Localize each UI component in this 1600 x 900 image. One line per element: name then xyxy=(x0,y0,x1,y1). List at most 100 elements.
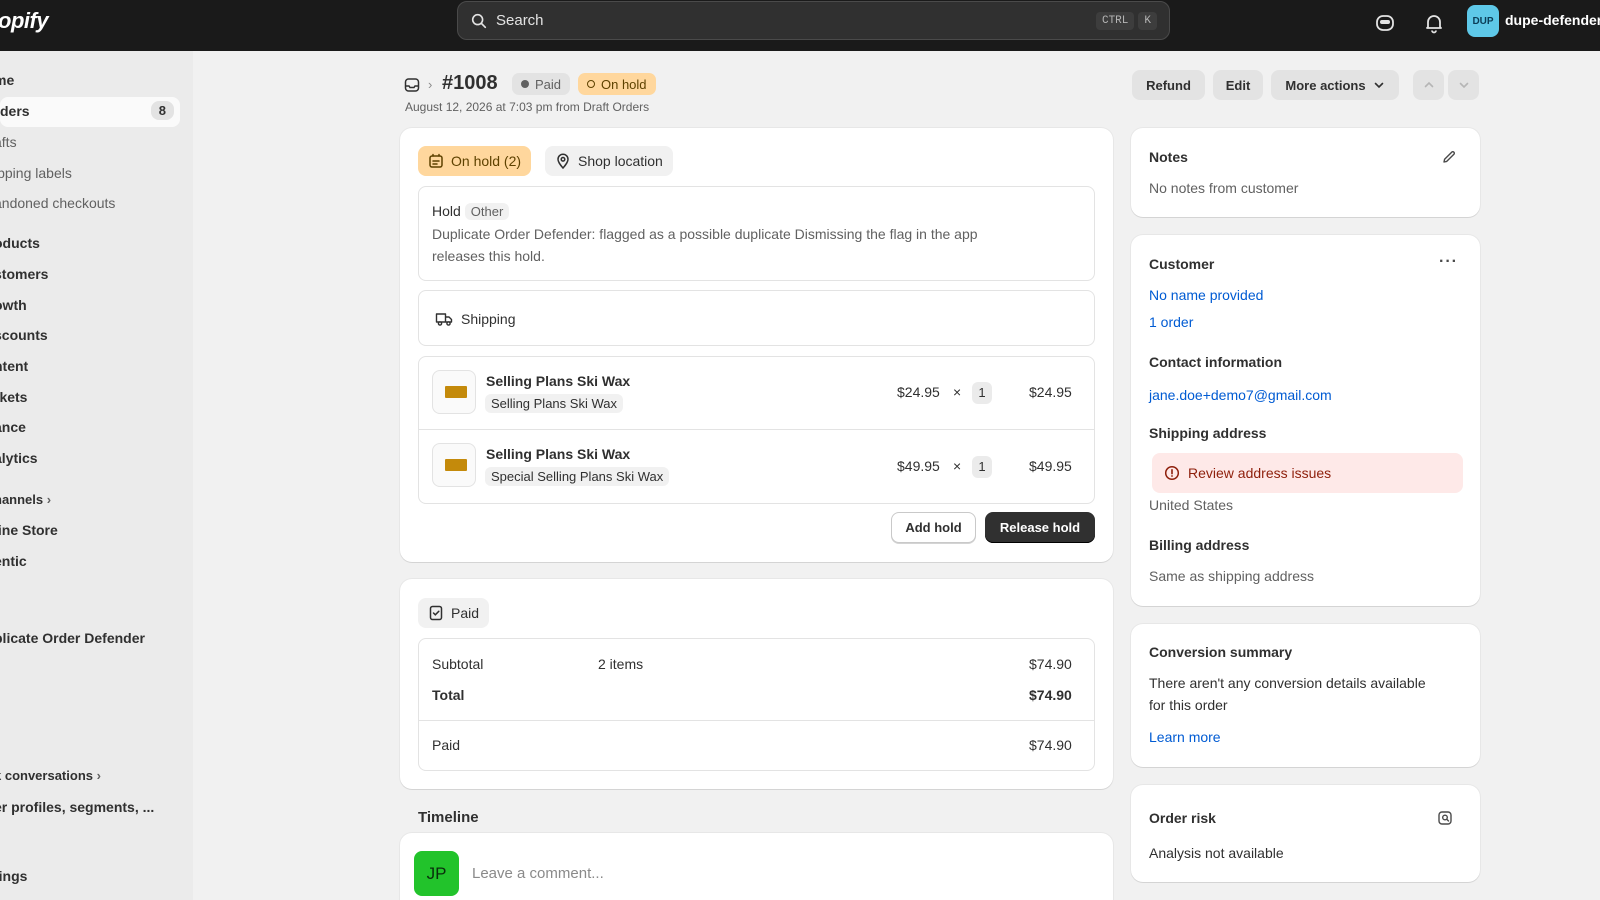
sidebar-item-orders[interactable]: ders 8 xyxy=(0,97,180,127)
sidebar-item-agentic[interactable]: entic xyxy=(0,553,27,569)
tab-shop-location[interactable]: Shop location xyxy=(545,146,673,176)
tab-label: On hold (2) xyxy=(451,153,522,169)
sidebar-item-home[interactable]: me xyxy=(0,72,14,88)
badge-label: On hold xyxy=(601,76,647,92)
sidebar-item-customers[interactable]: stomers xyxy=(0,266,48,282)
shipping-address-title: Shipping address xyxy=(1149,425,1267,441)
product-thumbnail[interactable] xyxy=(432,443,476,487)
line-total: $24.95 xyxy=(1029,384,1072,400)
alert-circle-icon xyxy=(1164,465,1180,481)
add-hold-button[interactable]: Add hold xyxy=(891,512,976,543)
hold-status-badge: On hold xyxy=(578,73,656,95)
store-avatar[interactable]: DUP xyxy=(1467,5,1499,37)
sidebar-item-customer-profiles[interactable]: er profiles, segments, ... xyxy=(0,799,154,815)
tab-on-hold[interactable]: On hold (2) xyxy=(418,146,532,176)
receipt-check-icon xyxy=(429,605,443,621)
sidebar-item-conversations[interactable]: k conversations › xyxy=(0,768,101,783)
comment-input[interactable]: Leave a comment... xyxy=(472,865,604,882)
payment-status-badge: Paid xyxy=(512,73,571,95)
button-label: More actions xyxy=(1285,77,1366,93)
page-title: #1008 xyxy=(442,72,498,94)
divider xyxy=(419,720,1094,721)
conversion-text-line-2: for this order xyxy=(1149,697,1228,713)
product-name-link[interactable]: Selling Plans Ski Wax xyxy=(486,446,630,462)
sidebar-item-label: ders xyxy=(0,103,30,119)
sidekick-icon[interactable] xyxy=(1373,11,1397,35)
refund-button[interactable]: Refund xyxy=(1132,70,1205,100)
search-placeholder: Search xyxy=(496,12,544,29)
sidebar-item-abandoned-checkouts[interactable]: andoned checkouts xyxy=(0,195,115,211)
sidebar-item-sales-channels[interactable]: hannels › xyxy=(0,492,51,507)
edit-button[interactable]: Edit xyxy=(1213,70,1263,100)
order-risk-card xyxy=(1131,785,1480,882)
customer-email-link[interactable]: jane.doe+demo7@gmail.com xyxy=(1149,387,1332,403)
shipping-label: Shipping xyxy=(461,311,516,327)
sidebar-item-shipping-labels[interactable]: ipping labels xyxy=(0,165,72,181)
subtotal-label: Subtotal xyxy=(432,656,484,672)
notes-text: No notes from customer xyxy=(1149,180,1299,196)
sidebar-item-discounts[interactable]: scounts xyxy=(0,327,48,343)
chevron-down-icon xyxy=(1374,82,1383,89)
address-issue-banner[interactable]: Review address issues xyxy=(1152,453,1463,493)
sidebar-item-label: k conversations xyxy=(0,768,93,783)
customer-orders-link[interactable]: 1 order xyxy=(1149,314,1193,330)
edit-pencil-icon[interactable] xyxy=(1441,149,1457,165)
sidebar-item-markets[interactable]: rkets xyxy=(0,389,27,405)
order-risk-title: Order risk xyxy=(1149,810,1216,826)
billing-address-text: Same as shipping address xyxy=(1149,568,1314,584)
store-name[interactable]: dupe-defender xyxy=(1505,12,1600,28)
subtotal-items: 2 items xyxy=(598,656,644,672)
orders-count-badge: 8 xyxy=(150,101,174,120)
sidebar-item-finance[interactable]: ance xyxy=(0,419,26,435)
contact-title: Contact information xyxy=(1149,354,1282,370)
search-bar[interactable]: Search CTRL K xyxy=(457,1,1170,40)
conversion-text-line-1: There aren't any conversion details avai… xyxy=(1149,675,1426,691)
previous-order-button[interactable] xyxy=(1413,70,1444,100)
sidebar-item-analytics[interactable]: alytics xyxy=(0,450,38,466)
order-risk-text: Analysis not available xyxy=(1149,845,1284,861)
release-hold-button[interactable]: Release hold xyxy=(985,512,1095,543)
sidebar-item-online-store[interactable]: line Store xyxy=(0,522,58,538)
shipping-country: United States xyxy=(1149,497,1234,513)
customer-name-link[interactable]: No name provided xyxy=(1149,287,1263,303)
conversion-title: Conversion summary xyxy=(1149,644,1293,660)
sidebar-item-growth[interactable]: owth xyxy=(0,297,27,313)
timeline-title: Timeline xyxy=(418,809,479,826)
sidebar-item-products[interactable]: oducts xyxy=(0,235,40,251)
bell-icon[interactable] xyxy=(1422,11,1446,35)
paid-label: Paid xyxy=(432,737,461,753)
breadcrumb-chevron-icon: › xyxy=(428,77,433,92)
billing-address-title: Billing address xyxy=(1149,537,1250,553)
divider xyxy=(419,429,1094,430)
paid-value: $74.90 xyxy=(1029,737,1072,753)
customer-title: Customer xyxy=(1149,256,1215,272)
order-subtitle: August 12, 2026 at 7:03 pm from Draft Or… xyxy=(405,100,650,114)
sidebar-item-drafts[interactable]: afts xyxy=(0,134,17,150)
hold-label: Hold xyxy=(432,203,461,219)
risk-analysis-icon[interactable] xyxy=(1437,810,1453,826)
product-thumbnail[interactable] xyxy=(432,370,476,414)
learn-more-link[interactable]: Learn more xyxy=(1149,729,1221,745)
sidebar-item-duplicate-order-defender[interactable]: plicate Order Defender xyxy=(0,630,145,646)
hold-message-line-1: Duplicate Order Defender: flagged as a p… xyxy=(432,226,978,242)
location-pin-icon xyxy=(557,153,569,169)
unit-price: $24.95 xyxy=(897,384,940,400)
next-order-button[interactable] xyxy=(1448,70,1479,100)
product-variant-tag: Special Selling Plans Ski Wax xyxy=(485,467,670,486)
orders-inbox-icon[interactable] xyxy=(404,77,420,93)
product-name-link[interactable]: Selling Plans Ski Wax xyxy=(486,373,630,389)
more-actions-button[interactable]: More actions xyxy=(1271,70,1399,100)
line-total: $49.95 xyxy=(1029,458,1072,474)
times-sign: × xyxy=(953,384,962,400)
hold-message-line-2: releases this hold. xyxy=(432,248,545,264)
more-horizontal-icon[interactable]: ··· xyxy=(1439,253,1458,271)
notes-card xyxy=(1131,128,1480,217)
alert-label: Review address issues xyxy=(1188,465,1332,481)
sidebar-item-settings[interactable]: tings xyxy=(0,868,27,884)
chevron-down-icon xyxy=(1459,82,1468,89)
shipping-method-box xyxy=(418,290,1095,346)
unit-price: $49.95 xyxy=(897,458,940,474)
sidebar-item-content[interactable]: ntent xyxy=(0,358,28,374)
shopify-logo[interactable]: opify xyxy=(0,8,49,34)
times-sign: × xyxy=(953,458,962,474)
